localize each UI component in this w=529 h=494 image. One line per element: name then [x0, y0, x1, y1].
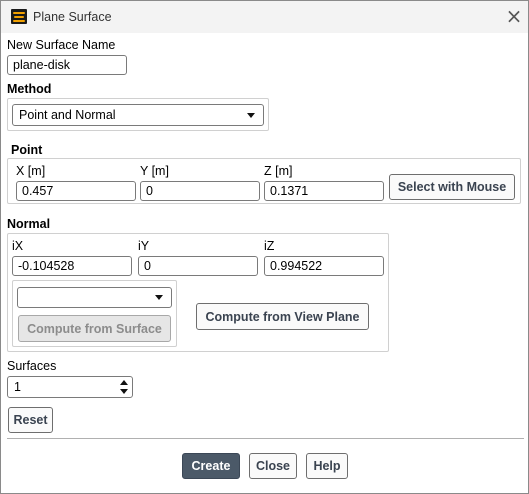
surface-dropdown[interactable] [17, 287, 172, 308]
chevron-down-icon [155, 295, 163, 300]
normal-iy-input[interactable] [138, 256, 258, 276]
point-x-label: X [m] [16, 164, 46, 178]
title-bar: Plane Surface × [1, 1, 528, 33]
surface-name-label: New Surface Name [7, 38, 116, 52]
window-title: Plane Surface [33, 10, 112, 24]
close-icon[interactable]: × [505, 6, 523, 26]
surface-name-input[interactable] [7, 55, 127, 75]
normal-iz-label: iZ [264, 239, 275, 253]
reset-button[interactable]: Reset [8, 407, 53, 433]
method-dropdown[interactable]: Point and Normal [12, 104, 264, 126]
point-z-label: Z [m] [264, 164, 293, 178]
close-button[interactable]: Close [249, 453, 297, 479]
point-label: Point [11, 143, 43, 157]
select-with-mouse-button[interactable]: Select with Mouse [389, 174, 515, 200]
increment-icon[interactable] [120, 380, 128, 385]
method-label: Method [7, 82, 52, 96]
surfaces-stepper[interactable]: 1 [7, 376, 133, 398]
surfaces-value: 1 [14, 380, 21, 394]
normal-iy-label: iY [138, 239, 150, 253]
compute-from-view-plane-button[interactable]: Compute from View Plane [196, 303, 369, 330]
create-button[interactable]: Create [182, 453, 240, 479]
method-group: Point and Normal [7, 98, 269, 131]
footer-divider [7, 438, 524, 439]
point-z-input[interactable] [264, 181, 384, 201]
point-x-input[interactable] [16, 181, 136, 201]
normal-ix-label: iX [12, 239, 24, 253]
compute-from-surface-button[interactable]: Compute from Surface [18, 315, 171, 342]
decrement-icon[interactable] [120, 389, 128, 394]
normal-iz-input[interactable] [264, 256, 384, 276]
surfaces-label: Surfaces [7, 359, 57, 373]
plane-surface-dialog: Plane Surface × New Surface Name Method … [0, 0, 529, 494]
chevron-down-icon [247, 113, 255, 118]
method-selected-value: Point and Normal [19, 108, 116, 122]
point-y-label: Y [m] [140, 164, 169, 178]
fluent-app-icon [11, 9, 27, 24]
help-button[interactable]: Help [306, 453, 348, 479]
normal-label: Normal [7, 217, 51, 231]
point-y-input[interactable] [140, 181, 260, 201]
normal-ix-input[interactable] [12, 256, 132, 276]
